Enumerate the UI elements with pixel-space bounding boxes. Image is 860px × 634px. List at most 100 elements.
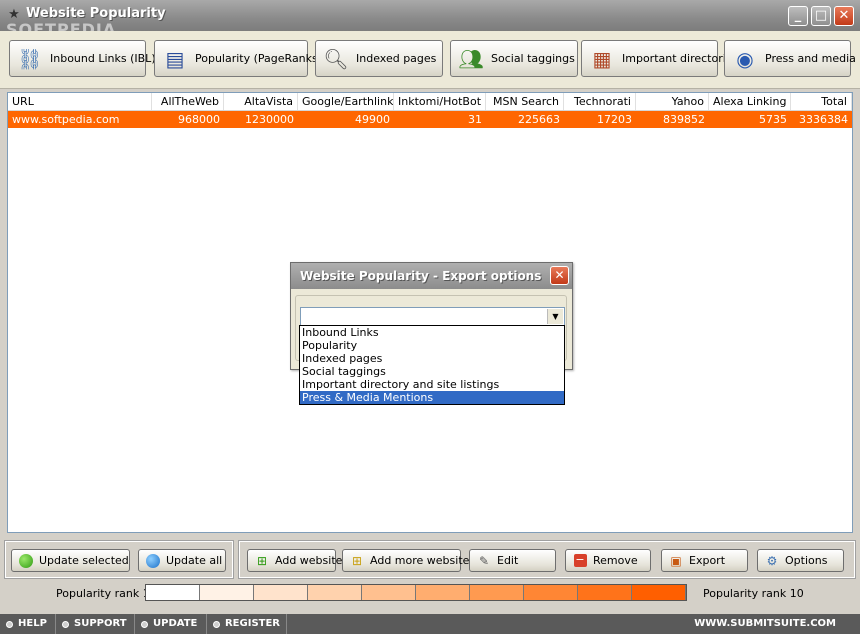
social-taggings-label: Social taggings [491, 52, 575, 65]
column-header[interactable]: Alexa Linking [709, 93, 791, 110]
important-directories-label: Important directories [622, 52, 739, 65]
column-header[interactable]: AllTheWeb [152, 93, 224, 110]
cell-url: www.softpedia.com [12, 113, 120, 126]
update-link[interactable]: UPDATE [135, 614, 207, 634]
help-label: HELP [18, 618, 47, 629]
rank-min-label: Popularity rank 1 [56, 587, 150, 600]
popularity-icon: ▤ [165, 46, 185, 71]
rank-segment [362, 585, 416, 600]
remove-icon: − [573, 553, 587, 567]
column-header[interactable]: Technorati [564, 93, 636, 110]
dropdown-option[interactable]: Popularity [300, 339, 564, 352]
indexed-pages-label: Indexed pages [356, 52, 437, 65]
bullet-icon [6, 620, 13, 628]
rank-segment [524, 585, 578, 600]
export-button[interactable]: ▣ Export [661, 549, 748, 572]
magnifier-icon: 🔍︎ [323, 46, 349, 71]
edit-icon: ✎ [478, 553, 490, 568]
column-header[interactable]: Total [791, 93, 852, 110]
website-link[interactable]: WWW.SUBMITSUITE.COM [694, 614, 836, 634]
support-link[interactable]: SUPPORT [56, 614, 135, 634]
maximize-button[interactable]: □ [811, 6, 831, 26]
window-titlebar[interactable]: ★ Website Popularity SOFTPEDIA _ □ ✕ [0, 0, 860, 39]
cell-total: 3336384 [799, 113, 848, 126]
report-toolbar: ⛓ Inbound Links (IBL) ▤ Popularity (Page… [0, 31, 860, 89]
rank-segment [146, 585, 200, 600]
register-label: REGISTER [224, 618, 280, 629]
popularity-label: Popularity (PageRanks) [195, 52, 323, 65]
action-panel: Update selected Update all ⊞ Add website… [4, 540, 856, 579]
column-header[interactable]: Inktomi/HotBot [394, 93, 486, 110]
update-all-label: Update all [166, 554, 223, 567]
cell-msn: 225663 [518, 113, 560, 126]
rank-segment [308, 585, 362, 600]
bullet-icon [141, 620, 148, 628]
column-header[interactable]: MSN Search [486, 93, 564, 110]
directory-icon: ▦ [592, 46, 612, 71]
dropdown-option[interactable]: Indexed pages [300, 352, 564, 365]
status-bar: HELP SUPPORT UPDATE REGISTER WWW.SUBMITS… [0, 614, 860, 634]
column-header[interactable]: AltaVista [224, 93, 298, 110]
cell-technorati: 17203 [597, 113, 632, 126]
dialog-close-button[interactable]: ✕ [550, 266, 569, 285]
close-button[interactable]: ✕ [834, 6, 854, 26]
grid-header: URL AllTheWeb AltaVista Google/Earthlink… [8, 93, 852, 111]
green-circle-icon [18, 553, 34, 569]
rank-segment [632, 585, 686, 600]
bullet-icon [213, 620, 220, 628]
options-label: Options [785, 554, 828, 567]
cell-yahoo: 839852 [663, 113, 705, 126]
remove-button[interactable]: − Remove [565, 549, 651, 572]
cell-altavista: 1230000 [245, 113, 294, 126]
update-selected-button[interactable]: Update selected [11, 549, 130, 572]
dialog-title: Website Popularity - Export options [300, 269, 542, 283]
rank-segment [254, 585, 308, 600]
column-header[interactable]: Yahoo [636, 93, 709, 110]
dropdown-option[interactable]: Social taggings [300, 365, 564, 378]
add-page-icon: ⊞ [256, 553, 268, 568]
update-all-button[interactable]: Update all [138, 549, 226, 572]
rank-segment [470, 585, 524, 600]
add-more-websites-button[interactable]: ⊞ Add more websites [342, 549, 475, 572]
important-directories-button[interactable]: ▦ Important directories [581, 40, 738, 77]
window-title: Website Popularity [26, 6, 166, 21]
social-taggings-button[interactable]: 👥︎ Social taggings [450, 40, 578, 77]
inbound-links-label: Inbound Links (IBL) [50, 52, 156, 65]
column-header[interactable]: Google/Earthlink [298, 93, 394, 110]
export-label: Export [689, 554, 726, 567]
press-media-button[interactable]: ◉ Press and media [724, 40, 856, 77]
export-type-dropdown[interactable]: Inbound Links Popularity Indexed pages S… [299, 325, 565, 405]
export-type-select[interactable]: ▼ [300, 307, 565, 326]
blue-circle-icon [145, 553, 161, 569]
bullet-icon [62, 620, 69, 628]
rank-segment [578, 585, 632, 600]
edit-button[interactable]: ✎ Edit [469, 549, 556, 572]
rank-max-label: Popularity rank 10 [703, 587, 804, 600]
chevron-down-icon[interactable]: ▼ [547, 309, 563, 324]
popularity-button[interactable]: ▤ Popularity (PageRanks) [154, 40, 322, 77]
edit-label: Edit [497, 554, 519, 567]
register-link[interactable]: REGISTER [207, 614, 287, 634]
people-icon: 👥︎ [458, 46, 484, 71]
update-selected-label: Update selected [39, 554, 129, 567]
rank-color-scale [145, 584, 687, 601]
cell-alltheweb: 968000 [178, 113, 220, 126]
export-icon: ▣ [670, 553, 682, 568]
indexed-pages-button[interactable]: 🔍︎ Indexed pages [315, 40, 443, 77]
table-row[interactable]: www.softpedia.com 968000 1230000 49900 3… [8, 111, 852, 128]
support-label: SUPPORT [74, 618, 127, 629]
add-pages-icon: ⊞ [351, 553, 363, 568]
add-website-button[interactable]: ⊞ Add website [247, 549, 342, 572]
dialog-titlebar[interactable]: Website Popularity - Export options ✕ [291, 263, 572, 289]
help-link[interactable]: HELP [0, 614, 56, 634]
inbound-links-button[interactable]: ⛓ Inbound Links (IBL) [9, 40, 156, 77]
dropdown-option[interactable]: Important directory and site listings [300, 378, 564, 391]
cell-google: 49900 [355, 113, 390, 126]
add-website-label: Add website [275, 554, 343, 567]
options-button[interactable]: ⚙ Options [757, 549, 844, 572]
minimize-button[interactable]: _ [788, 6, 808, 26]
dropdown-option-selected[interactable]: Press & Media Mentions [300, 391, 564, 404]
column-header[interactable]: URL [8, 93, 152, 110]
dropdown-option[interactable]: Inbound Links [300, 326, 564, 339]
rank-segment [416, 585, 470, 600]
